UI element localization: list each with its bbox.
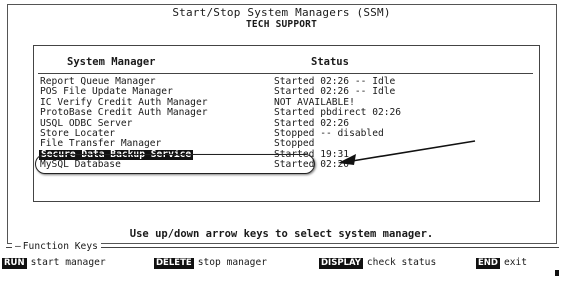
title-dash: – [15, 241, 21, 252]
function-keys-bar: – Function Keys RUN start manager DELETE st… [2, 241, 559, 274]
column-header-system-manager: System Manager [67, 56, 156, 68]
window-title: Start/Stop System Managers (SSM) [172, 6, 391, 19]
fk-run[interactable]: RUN start manager [2, 257, 106, 269]
fk-delete-label: stop manager [197, 257, 268, 268]
window-subtitle: TECH SUPPORT [245, 19, 318, 30]
column-header-status: Status [311, 56, 349, 68]
fk-run-label: start manager [30, 257, 106, 268]
header-divider [38, 73, 533, 74]
fk-end[interactable]: END exit [476, 257, 527, 269]
key-end-badge: END [476, 258, 500, 269]
fk-delete[interactable]: DELETE stop manager [154, 257, 267, 269]
fk-display[interactable]: DISPLAY check status [319, 257, 436, 269]
highlight-oval [35, 154, 315, 174]
key-run-badge: RUN [2, 258, 27, 269]
key-display-badge: DISPLAY [319, 258, 363, 269]
system-manager-panel: System Manager Status Report Queue Manag… [33, 45, 540, 202]
function-keys-title-wrap: – Function Keys [12, 241, 101, 253]
text-cursor [555, 270, 559, 276]
manager-row[interactable]: ProtoBase Credit Auth Manager Started pb… [40, 107, 535, 118]
key-delete-badge: DELETE [154, 258, 194, 269]
arrow-left-icon [338, 140, 476, 165]
instruction-hint: Use up/down arrow keys to select system … [129, 228, 434, 240]
fk-end-label: exit [503, 257, 528, 268]
fk-display-label: check status [366, 257, 437, 268]
function-keys-title: Function Keys [22, 241, 98, 252]
